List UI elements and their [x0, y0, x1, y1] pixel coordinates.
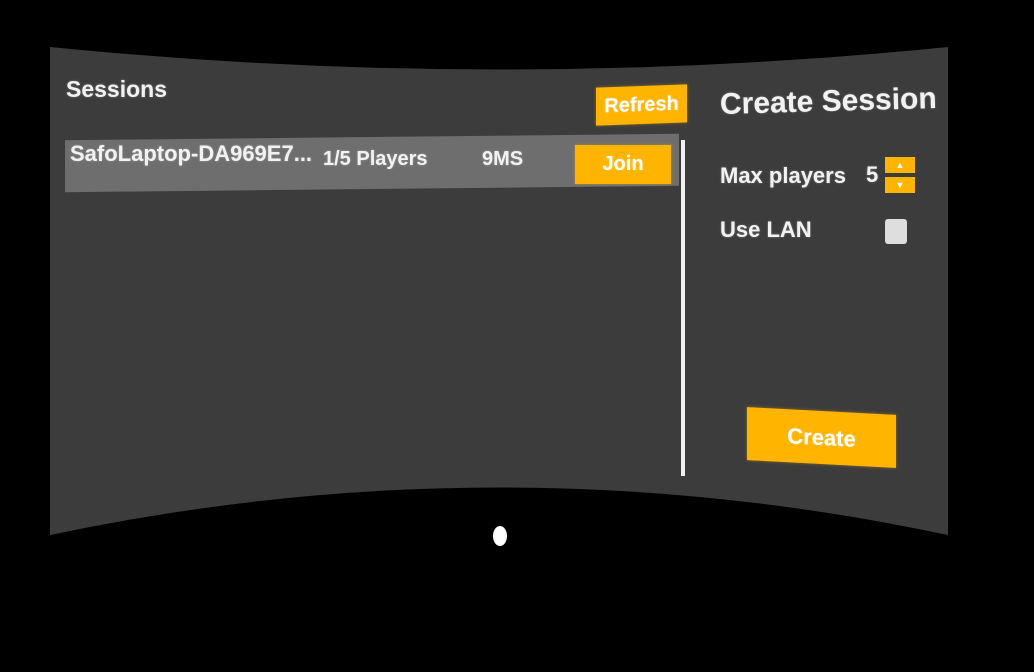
refresh-button[interactable]: Refresh	[596, 84, 687, 126]
use-lan-checkbox[interactable]	[885, 219, 907, 244]
use-lan-label: Use LAN	[720, 217, 812, 242]
create-button[interactable]: Create	[747, 407, 896, 468]
max-players-label: Max players	[720, 163, 846, 188]
sessions-title: Sessions	[66, 76, 167, 102]
session-ping: 9MS	[482, 148, 524, 170]
session-list-scrollbar[interactable]	[681, 140, 685, 476]
session-name: SafoLaptop-DA969E7...	[70, 141, 313, 166]
vr-menu-stage: Sessions Refresh SafoLaptop-DA969E7... 1…	[0, 0, 1034, 672]
create-session-title: Create Session	[719, 81, 938, 121]
gaze-cursor	[493, 526, 507, 546]
join-button[interactable]: Join	[575, 145, 671, 184]
increment-arrow-icon[interactable]: ▲	[885, 157, 915, 173]
decrement-arrow-icon[interactable]: ▼	[885, 177, 915, 193]
session-player-count: 1/5 Players	[323, 148, 428, 170]
max-players-value: 5	[866, 162, 879, 187]
